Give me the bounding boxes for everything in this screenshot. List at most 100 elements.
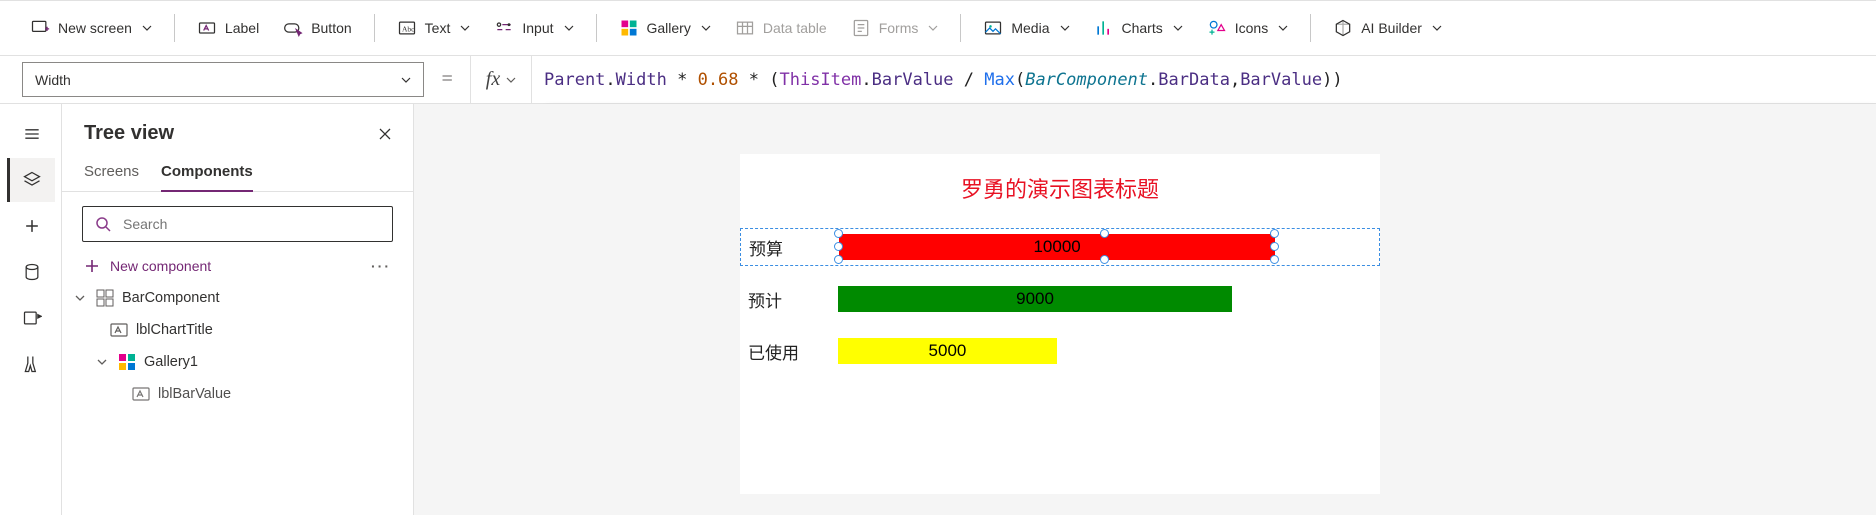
separator — [596, 14, 597, 42]
bar-category: 预计 — [748, 287, 838, 312]
fx-button[interactable]: fx — [470, 56, 532, 103]
bar-value-label[interactable]: 10000 — [839, 234, 1275, 260]
canvas[interactable]: 罗勇的演示图表标题 预算10000 预计9000 已使用5000 — [414, 104, 1876, 515]
selection-handle[interactable] — [1100, 229, 1109, 238]
tree-node-lblbarvalue[interactable]: lblBarValue — [62, 378, 413, 410]
tab-components[interactable]: Components — [161, 157, 253, 192]
new-component-button[interactable]: New component — [84, 258, 211, 274]
new-screen-label: New screen — [58, 20, 132, 36]
bar-row[interactable]: 预算10000 — [740, 228, 1380, 266]
bar-category: 预算 — [749, 235, 839, 260]
data-table-label: Data table — [763, 20, 827, 36]
gallery-icon — [118, 353, 136, 371]
selection-handle[interactable] — [834, 242, 843, 251]
tree-node-gallery1[interactable]: Gallery1 — [62, 346, 413, 378]
more-menu[interactable]: ··· — [371, 258, 391, 274]
search-icon — [95, 216, 111, 232]
icons-button[interactable]: Icons — [1197, 12, 1298, 44]
tree-view-title: Tree view — [84, 122, 174, 145]
caret-down-icon[interactable] — [72, 293, 88, 303]
fx-icon: fx — [486, 68, 500, 91]
left-rail — [0, 104, 62, 515]
input-button[interactable]: Input — [484, 12, 583, 44]
ai-builder-icon — [1333, 18, 1353, 38]
gallery-button[interactable]: Gallery — [609, 12, 721, 44]
bar-row[interactable]: 预计9000 — [740, 280, 1380, 318]
tree-view-panel: Tree view Screens Components New compone… — [62, 104, 414, 515]
button-button[interactable]: Button — [273, 12, 361, 44]
selection-handle[interactable] — [1270, 255, 1279, 264]
ai-builder-button[interactable]: AI Builder — [1323, 12, 1452, 44]
chart-title[interactable]: 罗勇的演示图表标题 — [740, 154, 1380, 214]
text-button[interactable]: Abc Text — [387, 12, 481, 44]
svg-text:Abc: Abc — [402, 24, 415, 33]
component-icon — [96, 289, 114, 307]
text-icon: Abc — [397, 18, 417, 38]
selection-handle[interactable] — [1100, 255, 1109, 264]
component-artboard[interactable]: 罗勇的演示图表标题 预算10000 预计9000 已使用5000 — [740, 154, 1380, 494]
caret-down-icon[interactable] — [94, 357, 110, 367]
tree-node-label: BarComponent — [122, 290, 220, 306]
label-button[interactable]: Label — [187, 12, 269, 44]
main-area: Tree view Screens Components New compone… — [0, 104, 1876, 515]
formula-bar: Width = fx Parent.Width * 0.68 * (ThisIt… — [0, 56, 1876, 104]
hamburger-icon — [22, 124, 42, 144]
media-button[interactable]: Media — [973, 12, 1079, 44]
media-icon — [983, 18, 1003, 38]
selection-handle[interactable] — [1270, 242, 1279, 251]
plus-icon — [22, 216, 42, 236]
bar-value-label[interactable]: 9000 — [838, 286, 1232, 312]
chevron-down-icon — [460, 23, 470, 33]
selection-handle[interactable] — [834, 255, 843, 264]
close-icon[interactable] — [377, 126, 393, 142]
new-screen-button[interactable]: New screen — [20, 12, 162, 44]
bar-area: 10000 — [839, 234, 1371, 260]
label-icon — [110, 321, 128, 339]
rail-data[interactable] — [7, 250, 55, 294]
charts-label: Charts — [1122, 20, 1163, 36]
ai-builder-label: AI Builder — [1361, 20, 1422, 36]
tree-node-label: Gallery1 — [144, 354, 198, 370]
property-value: Width — [35, 72, 71, 88]
charts-icon — [1094, 18, 1114, 38]
equals-label: = — [424, 56, 470, 103]
tree-node-label: lblBarValue — [158, 386, 231, 402]
tree-search[interactable] — [82, 206, 393, 242]
tree-node-label: lblChartTitle — [136, 322, 213, 338]
selection-handle[interactable] — [1270, 229, 1279, 238]
bar-area: 5000 — [838, 338, 1372, 364]
separator — [960, 14, 961, 42]
separator — [374, 14, 375, 42]
tree-search-input[interactable] — [121, 215, 380, 233]
chevron-down-icon — [1278, 23, 1288, 33]
gallery-icon — [619, 18, 639, 38]
label-icon — [197, 18, 217, 38]
rail-hamburger[interactable] — [7, 112, 55, 156]
forms-icon — [851, 18, 871, 38]
bar-category: 已使用 — [748, 339, 838, 364]
chevron-down-icon — [1432, 23, 1442, 33]
rail-insert[interactable] — [7, 204, 55, 248]
tab-screens[interactable]: Screens — [84, 157, 139, 192]
chevron-down-icon — [701, 23, 711, 33]
tools-icon — [22, 354, 42, 374]
data-table-icon — [735, 18, 755, 38]
media-rail-icon — [22, 308, 42, 328]
tree-node-lblcharttitle[interactable]: lblChartTitle — [62, 314, 413, 346]
rail-tree-view[interactable] — [7, 158, 55, 202]
formula-input[interactable]: Parent.Width * 0.68 * (ThisItem.BarValue… — [532, 56, 1876, 103]
rail-media[interactable] — [7, 296, 55, 340]
button-label: Button — [311, 20, 351, 36]
bar-row[interactable]: 已使用5000 — [740, 332, 1380, 370]
tree-node-barcomponent[interactable]: BarComponent — [62, 282, 413, 314]
icons-icon — [1207, 18, 1227, 38]
layers-icon — [22, 170, 42, 190]
charts-button[interactable]: Charts — [1084, 12, 1193, 44]
ribbon: New screen Label Button Abc Text Input G… — [0, 0, 1876, 56]
selection-handle[interactable] — [834, 229, 843, 238]
chevron-down-icon — [564, 23, 574, 33]
plus-icon — [84, 258, 100, 274]
property-dropdown[interactable]: Width — [22, 62, 424, 97]
bar-value-label[interactable]: 5000 — [838, 338, 1057, 364]
rail-tools[interactable] — [7, 342, 55, 386]
